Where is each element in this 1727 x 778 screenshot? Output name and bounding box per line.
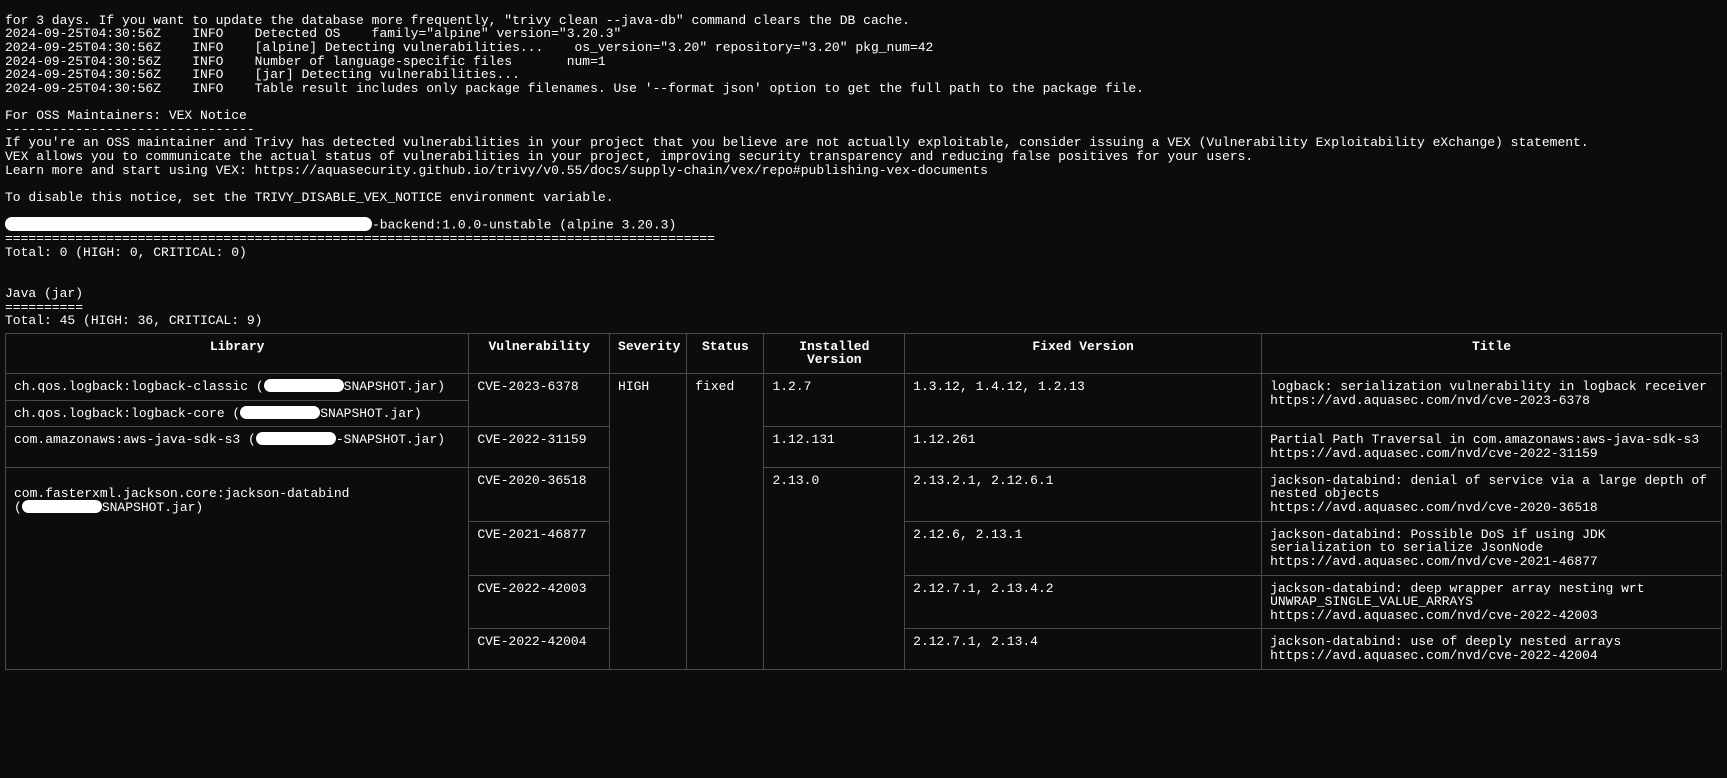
totals-alpine: Total: 0 (HIGH: 0, CRITICAL: 0)	[5, 245, 247, 260]
cell-library: com.amazonaws:aws-java-sdk-s3 ( -SNAPSHOT…	[6, 427, 469, 467]
col-status: Status	[687, 333, 764, 373]
library-prefix: ch.qos.logback:logback-core (	[14, 406, 240, 421]
terminal-output: for 3 days. If you want to update the da…	[0, 0, 1727, 328]
col-vulnerability: Vulnerability	[469, 333, 610, 373]
cell-library: com.fasterxml.jackson.core:jackson-datab…	[6, 467, 469, 669]
cell-fixed: 2.13.2.1, 2.12.6.1	[905, 467, 1262, 521]
redacted-text	[264, 379, 344, 392]
redacted-text	[256, 432, 336, 445]
redacted-image-name	[5, 217, 372, 231]
table-row: ch.qos.logback:logback-classic ( SNAPSHOT…	[6, 374, 1722, 401]
col-library: Library	[6, 333, 469, 373]
cell-cve: CVE-2022-42004	[469, 629, 610, 669]
col-severity: Severity	[610, 333, 687, 373]
cell-library: ch.qos.logback:logback-core ( SNAPSHOT.ja…	[6, 400, 469, 427]
cell-installed: 1.2.7	[764, 374, 905, 427]
log-line: 2024-09-25T04:30:56Z INFO Table result i…	[5, 81, 1144, 96]
cell-title: Partial Path Traversal in com.amazonaws:…	[1262, 427, 1722, 467]
col-installed-version: Installed Version	[764, 333, 905, 373]
col-title: Title	[1262, 333, 1722, 373]
cell-cve: CVE-2022-42003	[469, 575, 610, 629]
cell-cve: CVE-2021-46877	[469, 521, 610, 575]
redacted-text	[22, 500, 102, 513]
totals-java: Total: 45 (HIGH: 36, CRITICAL: 9)	[5, 313, 262, 328]
cell-cve: CVE-2020-36518	[469, 467, 610, 521]
cell-library: ch.qos.logback:logback-classic ( SNAPSHOT…	[6, 374, 469, 401]
cell-fixed: 2.12.7.1, 2.13.4.2	[905, 575, 1262, 629]
table-row: com.amazonaws:aws-java-sdk-s3 ( -SNAPSHOT…	[6, 427, 1722, 467]
cell-fixed: 2.12.7.1, 2.13.4	[905, 629, 1262, 669]
vex-text: Learn more and start using VEX: https://…	[5, 163, 988, 178]
library-prefix: ch.qos.logback:logback-classic (	[14, 379, 264, 394]
cell-installed: 2.13.0	[764, 467, 905, 669]
cell-installed: 1.12.131	[764, 427, 905, 467]
library-suffix: SNAPSHOT.jar)	[344, 379, 445, 394]
cell-status: fixed	[687, 374, 764, 670]
cell-severity: HIGH	[610, 374, 687, 670]
vulnerability-table: Library Vulnerability Severity Status In…	[5, 333, 1722, 670]
cell-title: jackson-databind: Possible DoS if using …	[1262, 521, 1722, 575]
table-row: com.fasterxml.jackson.core:jackson-datab…	[6, 467, 1722, 521]
col-fixed-version: Fixed Version	[905, 333, 1262, 373]
cell-title: jackson-databind: deep wrapper array nes…	[1262, 575, 1722, 629]
library-prefix: com.amazonaws:aws-java-sdk-s3 (	[14, 432, 256, 447]
cell-fixed: 1.3.12, 1.4.12, 1.2.13	[905, 374, 1262, 427]
library-suffix: SNAPSHOT.jar)	[102, 500, 203, 515]
cell-cve: CVE-2023-6378	[469, 374, 610, 427]
cell-title: jackson-databind: denial of service via …	[1262, 467, 1722, 521]
redacted-text	[240, 406, 320, 419]
cell-fixed: 1.12.261	[905, 427, 1262, 467]
cell-fixed: 2.12.6, 2.13.1	[905, 521, 1262, 575]
table-header-row: Library Vulnerability Severity Status In…	[6, 333, 1722, 373]
vex-disable: To disable this notice, set the TRIVY_DI…	[5, 190, 614, 205]
library-suffix: -SNAPSHOT.jar)	[336, 432, 445, 447]
cell-title: logback: serialization vulnerability in …	[1262, 374, 1722, 427]
library-suffix: SNAPSHOT.jar)	[320, 406, 421, 421]
cell-cve: CVE-2022-31159	[469, 427, 610, 467]
cell-title: jackson-databind: use of deeply nested a…	[1262, 629, 1722, 669]
